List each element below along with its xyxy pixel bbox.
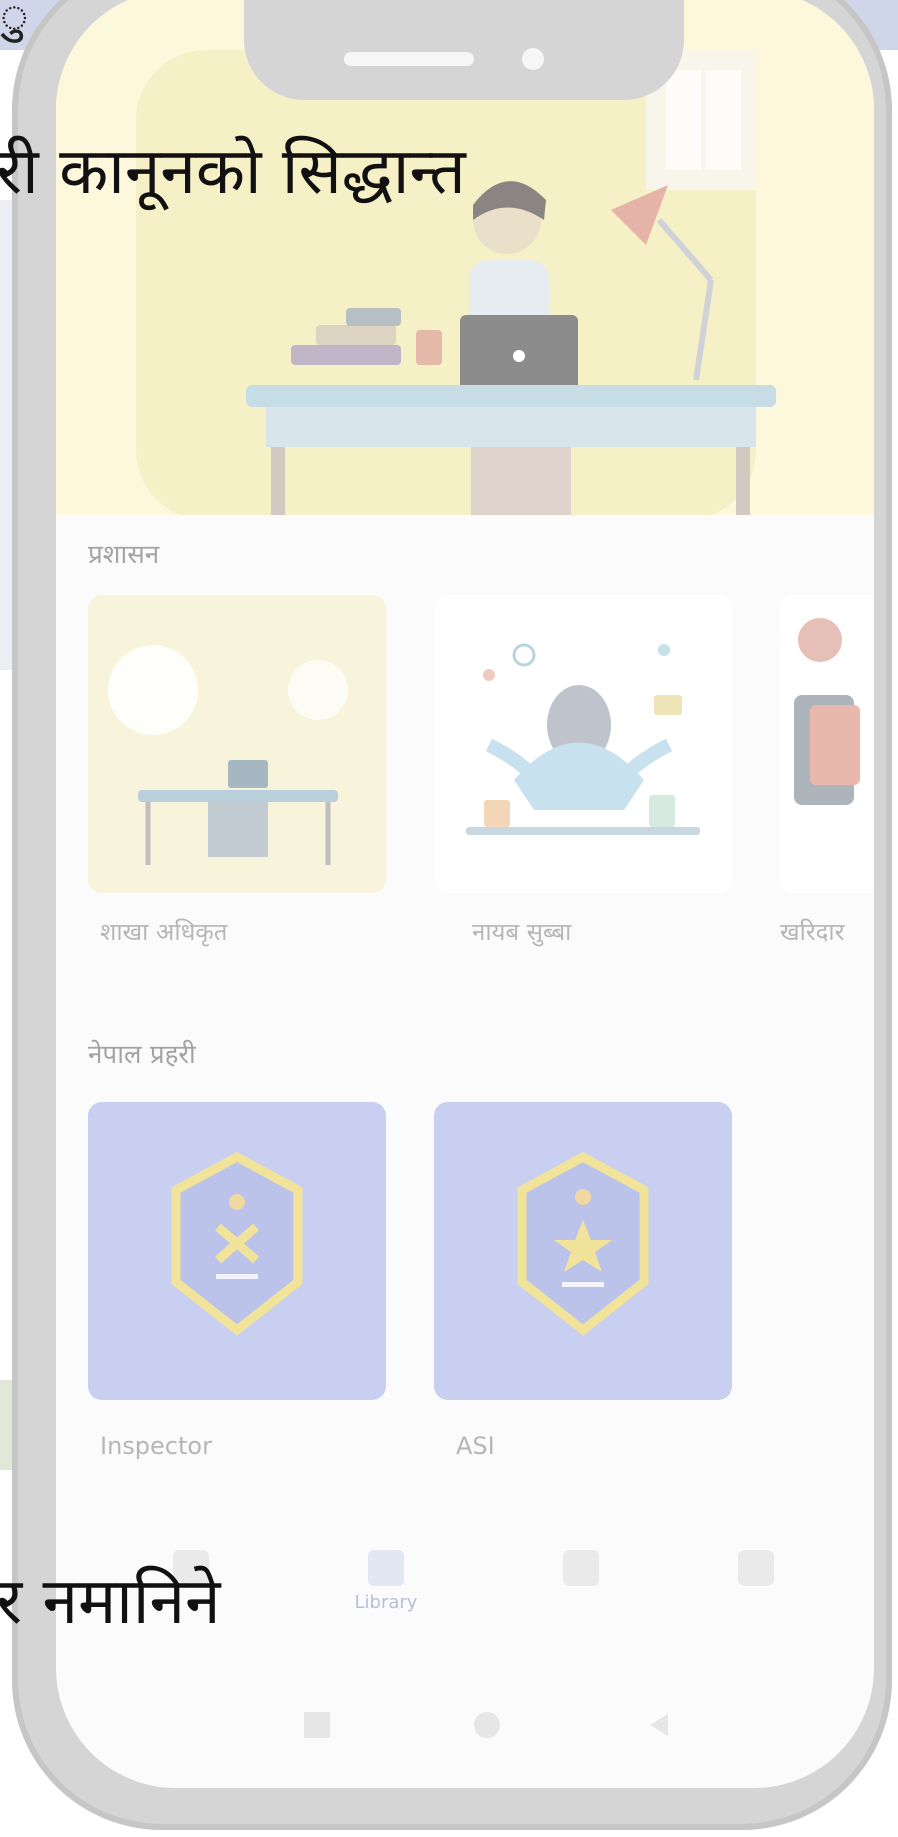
- card-nayab-subba[interactable]: [434, 595, 732, 893]
- card-kharidar[interactable]: [780, 595, 874, 893]
- phone-screen: प्रशासन शाखा अधिकृत नायब सुब्बा खरिदार न…: [56, 0, 874, 1788]
- police-badge-icon: [88, 1102, 386, 1400]
- card-section-officer[interactable]: [88, 595, 386, 893]
- section-title-administration: प्रशासन: [88, 540, 160, 570]
- nav-item-bookmark[interactable]: [521, 1550, 641, 1650]
- card-label-nayab-subba: नायब सुब्बा: [472, 918, 572, 946]
- section-title-nepal-police: नेपाल प्रहरी: [88, 1040, 196, 1070]
- speaker-grille: [344, 52, 474, 66]
- card-label-section-officer: शाखा अधिकृत: [100, 918, 228, 946]
- recents-icon[interactable]: [304, 1712, 330, 1738]
- nav-item-profile[interactable]: [696, 1550, 816, 1650]
- nav-item-library[interactable]: Library: [326, 1550, 446, 1650]
- profile-icon: [738, 1550, 774, 1586]
- reading-person-illustration-icon: [780, 595, 874, 893]
- card-label-kharidar: खरिदार: [780, 918, 845, 946]
- bookmark-icon: [563, 1550, 599, 1586]
- card-label-inspector: Inspector: [100, 1432, 212, 1460]
- office-desk-illustration-icon: [88, 595, 386, 893]
- card-asi[interactable]: [434, 1102, 732, 1400]
- library-icon: [368, 1550, 404, 1586]
- background-heading-line2: र नमानिने: [0, 1565, 221, 1639]
- system-navigation-bar: [56, 1680, 874, 1770]
- back-triangle-icon[interactable]: [646, 1712, 672, 1738]
- phone-notch: [244, 0, 684, 100]
- multitasking-woman-illustration-icon: [434, 595, 732, 893]
- front-camera: [522, 48, 544, 70]
- card-inspector[interactable]: [88, 1102, 386, 1400]
- background-top-glyph: ु: [0, 0, 29, 44]
- police-badge-icon: [434, 1102, 732, 1400]
- home-circle-icon[interactable]: [474, 1712, 500, 1738]
- background-heading-line1: री कानूनको सिद्धान्त: [0, 135, 466, 209]
- card-label-asi: ASI: [456, 1432, 495, 1460]
- nav-label-library: Library: [354, 1592, 418, 1613]
